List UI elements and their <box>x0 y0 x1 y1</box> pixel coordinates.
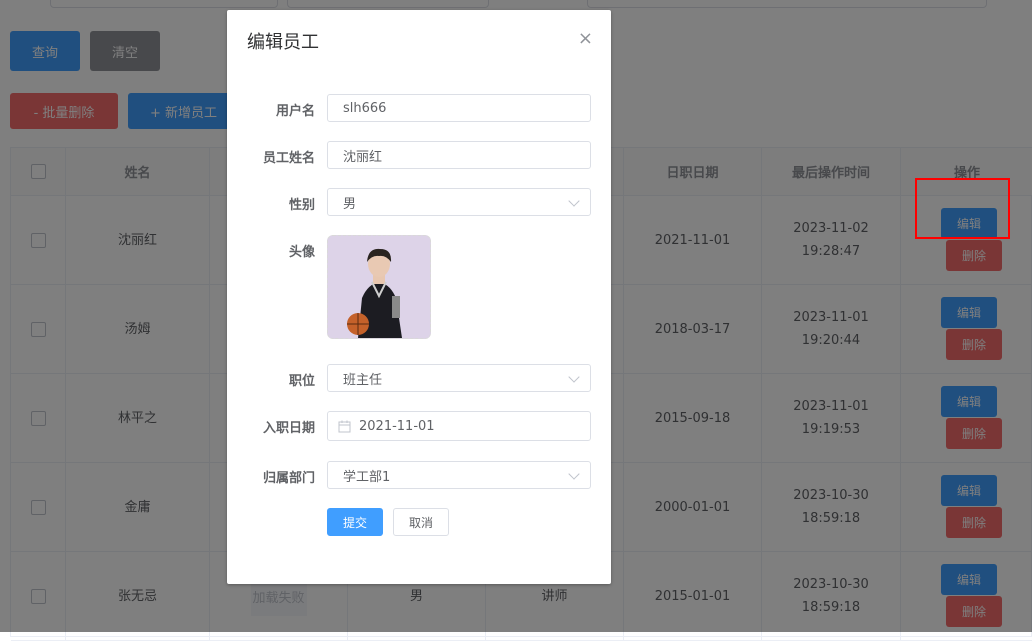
avatar-uploader[interactable] <box>327 235 431 339</box>
avatar-label: 头像 <box>288 245 315 260</box>
chevron-down-icon <box>568 371 580 383</box>
username-input[interactable]: slh666 <box>327 94 591 122</box>
fullname-label: 员工姓名 <box>262 151 315 166</box>
calendar-icon <box>338 420 351 432</box>
username-label: 用户名 <box>275 104 315 119</box>
entry-date-value: 2021-11-01 <box>359 418 435 434</box>
highlight-box <box>915 178 1010 239</box>
fullname-input[interactable]: 沈丽红 <box>327 141 591 169</box>
entry-date-label: 入职日期 <box>262 421 315 436</box>
submit-button[interactable]: 提交 <box>327 508 383 536</box>
department-label: 归属部门 <box>262 471 315 486</box>
gender-label: 性别 <box>288 198 315 213</box>
department-select[interactable]: 学工部1 <box>327 461 591 489</box>
position-select[interactable]: 班主任 <box>327 364 591 392</box>
close-icon[interactable]: × <box>578 30 593 48</box>
position-select-value: 班主任 <box>343 372 383 388</box>
position-label: 职位 <box>288 374 315 389</box>
dialog-title: 编辑员工 <box>247 32 319 53</box>
chevron-down-icon <box>568 468 580 480</box>
department-select-value: 学工部1 <box>343 469 391 485</box>
gender-select-value: 男 <box>343 196 357 212</box>
entry-date-picker[interactable]: 2021-11-01 <box>327 411 591 441</box>
avatar-image <box>328 236 430 338</box>
chevron-down-icon <box>568 195 580 207</box>
cancel-button[interactable]: 取消 <box>393 508 449 536</box>
edit-employee-dialog: 编辑员工 × 用户名 slh666 员工姓名 沈丽红 性别 男 头像 职位 班主… <box>227 10 611 584</box>
gender-select[interactable]: 男 <box>327 188 591 216</box>
